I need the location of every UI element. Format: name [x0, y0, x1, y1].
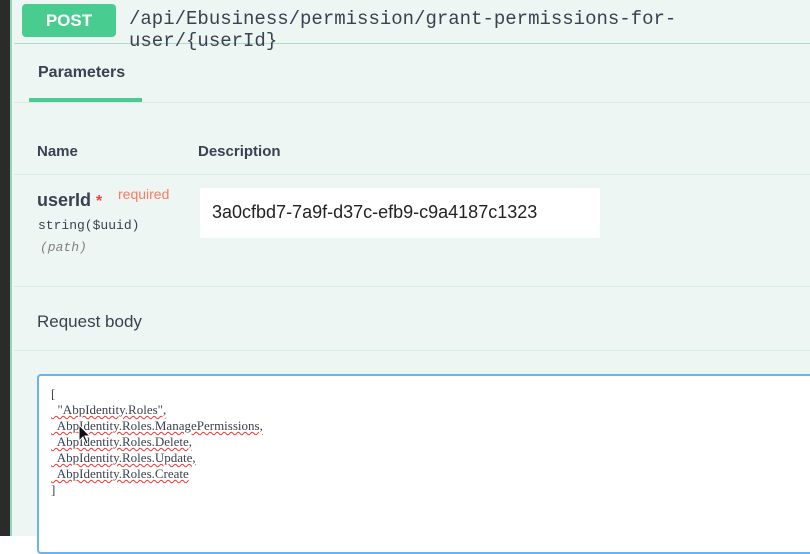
- operation-panel: POST /api/Ebusiness/permission/grant-per…: [10, 0, 810, 554]
- operation-header[interactable]: POST /api/Ebusiness/permission/grant-per…: [14, 0, 810, 52]
- endpoint-path: /api/Ebusiness/permission/grant-permissi…: [129, 8, 677, 52]
- request-body-label: Request body: [37, 312, 142, 331]
- userid-input[interactable]: 3a0cfbd7-7a9f-d37c-efb9-c9a4187c1323: [200, 188, 600, 238]
- code-line: AbpIdentity.Roles.Delete,: [51, 434, 193, 449]
- code-line: AbpIdentity.Roles.ManagePermissions,: [51, 418, 263, 433]
- code-line: [: [51, 386, 56, 401]
- code-line: "AbpIdentity.Roles",: [51, 402, 167, 417]
- param-name-text: userId: [37, 190, 92, 210]
- method-badge: POST: [22, 4, 116, 37]
- required-label: required: [118, 186, 170, 202]
- divider: [14, 286, 810, 287]
- param-type: string($uuid): [38, 218, 140, 233]
- divider: [14, 102, 810, 103]
- code-line: AbpIdentity.Roles.Create: [51, 466, 189, 481]
- required-star: *: [96, 193, 103, 210]
- description-column-header: Description: [198, 143, 281, 160]
- mouse-pointer-icon: [78, 424, 92, 445]
- divider: [14, 350, 810, 351]
- left-window-edge: [0, 0, 10, 536]
- code-line: ]: [51, 482, 56, 497]
- param-location: (path): [40, 240, 87, 255]
- tab-parameters[interactable]: Parameters: [38, 64, 125, 82]
- code-line: AbpIdentity.Roles.Update,: [51, 450, 196, 465]
- request-body-textarea[interactable]: [ "AbpIdentity.Roles", AbpIdentity.Roles…: [37, 374, 810, 554]
- param-name: userId *: [37, 190, 102, 211]
- divider: [14, 174, 810, 175]
- name-column-header: Name: [37, 143, 78, 160]
